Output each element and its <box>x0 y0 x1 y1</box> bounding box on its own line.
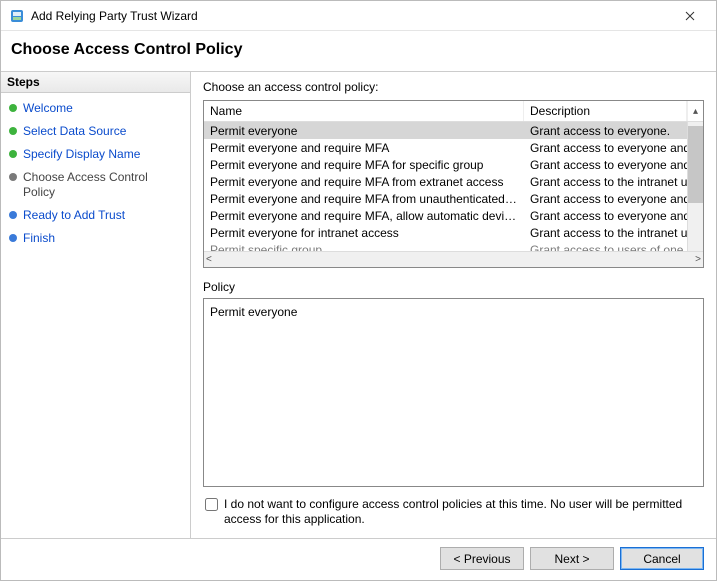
policy-list-header: Name Description ▴ <box>204 101 703 122</box>
scroll-left-icon[interactable]: < <box>206 254 212 265</box>
horizontal-scrollbar[interactable]: < > <box>204 251 703 267</box>
skip-config-row[interactable]: I do not want to configure access contro… <box>203 487 704 532</box>
step-label: Select Data Source <box>23 124 126 139</box>
steps-list: Welcome Select Data Source Specify Display… <box>1 93 190 254</box>
column-header-name[interactable]: Name <box>204 101 524 121</box>
skip-config-checkbox[interactable] <box>205 498 218 511</box>
step-bullet-icon <box>9 104 17 112</box>
skip-config-label: I do not want to configure access contro… <box>224 497 702 528</box>
cancel-button[interactable]: Cancel <box>620 547 704 570</box>
previous-button[interactable]: < Previous <box>440 547 524 570</box>
policy-list[interactable]: Name Description ▴ Permit everyoneGrant … <box>203 100 704 268</box>
body: Steps Welcome Select Data Source Specify D… <box>1 71 716 539</box>
titlebar: Add Relying Party Trust Wizard <box>1 1 716 31</box>
policy-row[interactable]: Permit specific groupGrant access to use… <box>204 241 687 251</box>
policy-description: Grant access to the intranet users an <box>524 175 687 189</box>
policy-description: Grant access to everyone and requir <box>524 209 687 223</box>
policy-name: Permit specific group <box>204 243 524 252</box>
window-title: Add Relying Party Trust Wizard <box>31 9 670 23</box>
policy-description: Grant access to the intranet users. <box>524 226 687 240</box>
step-label: Ready to Add Trust <box>23 208 125 223</box>
footer: < Previous Next > Cancel <box>1 539 716 580</box>
scrollbar-thumb[interactable] <box>688 126 703 203</box>
step-ready-to-add-trust[interactable]: Ready to Add Trust <box>3 204 188 227</box>
step-choose-access-control-policy: Choose Access Control Policy <box>3 166 188 204</box>
wizard-window: Add Relying Party Trust Wizard Choose Ac… <box>0 0 717 581</box>
policy-row[interactable]: Permit everyone and require MFA, allow a… <box>204 207 687 224</box>
policy-row[interactable]: Permit everyone and require MFA from una… <box>204 190 687 207</box>
step-label: Specify Display Name <box>23 147 140 162</box>
policy-name: Permit everyone and require MFA from una… <box>204 192 524 206</box>
scroll-right-icon[interactable]: > <box>695 254 701 265</box>
policy-row[interactable]: Permit everyone and require MFA from ext… <box>204 173 687 190</box>
close-button[interactable] <box>670 2 710 30</box>
steps-pane: Steps Welcome Select Data Source Specify D… <box>1 72 191 538</box>
policy-detail-label: Policy <box>203 280 704 294</box>
policy-name: Permit everyone and require MFA <box>204 141 524 155</box>
policy-description: Grant access to everyone and requir <box>524 141 687 155</box>
step-label: Welcome <box>23 101 73 116</box>
vertical-scrollbar[interactable] <box>687 122 703 251</box>
step-welcome[interactable]: Welcome <box>3 97 188 120</box>
page-header: Choose Access Control Policy <box>1 31 716 71</box>
step-label: Choose Access Control Policy <box>23 170 182 200</box>
policy-description: Grant access to everyone. <box>524 124 687 138</box>
content-pane: Choose an access control policy: Name De… <box>191 72 716 538</box>
step-bullet-icon <box>9 150 17 158</box>
step-select-data-source[interactable]: Select Data Source <box>3 120 188 143</box>
policy-description: Grant access to everyone and requir <box>524 192 687 206</box>
step-finish[interactable]: Finish <box>3 227 188 250</box>
policy-name: Permit everyone and require MFA, allow a… <box>204 209 524 223</box>
steps-heading: Steps <box>1 72 190 93</box>
step-specify-display-name[interactable]: Specify Display Name <box>3 143 188 166</box>
policy-name: Permit everyone for intranet access <box>204 226 524 240</box>
step-bullet-icon <box>9 173 17 181</box>
policy-row[interactable]: Permit everyone and require MFAGrant acc… <box>204 139 687 156</box>
policy-detail-text: Permit everyone <box>210 305 697 319</box>
policy-rows: Permit everyoneGrant access to everyone.… <box>204 122 687 251</box>
scroll-up-icon[interactable]: ▴ <box>687 101 703 121</box>
page-title: Choose Access Control Policy <box>11 41 706 59</box>
app-icon <box>9 8 25 24</box>
policy-name: Permit everyone and require MFA for spec… <box>204 158 524 172</box>
policy-row[interactable]: Permit everyoneGrant access to everyone. <box>204 122 687 139</box>
policy-description: Grant access to everyone and requir <box>524 158 687 172</box>
column-header-description[interactable]: Description <box>524 101 687 121</box>
policy-detail-box: Permit everyone <box>203 298 704 487</box>
policy-row[interactable]: Permit everyone and require MFA for spec… <box>204 156 687 173</box>
step-bullet-icon <box>9 211 17 219</box>
choose-policy-label: Choose an access control policy: <box>203 80 704 94</box>
policy-name: Permit everyone and require MFA from ext… <box>204 175 524 189</box>
next-button[interactable]: Next > <box>530 547 614 570</box>
policy-name: Permit everyone <box>204 124 524 138</box>
policy-row[interactable]: Permit everyone for intranet accessGrant… <box>204 224 687 241</box>
step-label: Finish <box>23 231 55 246</box>
policy-description: Grant access to users of one or more <box>524 243 687 252</box>
step-bullet-icon <box>9 127 17 135</box>
step-bullet-icon <box>9 234 17 242</box>
